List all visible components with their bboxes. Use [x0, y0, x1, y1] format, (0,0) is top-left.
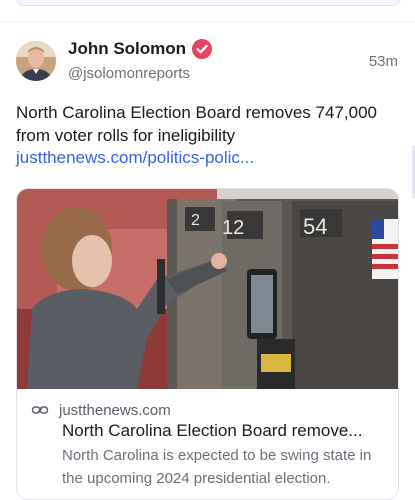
link-chain-icon [31, 406, 49, 414]
link-preview-card[interactable]: 2 12 54 justthenews.com North Carolina E… [16, 188, 399, 500]
author-name-text: John Solomon [68, 39, 187, 58]
link-title[interactable]: North Carolina Election Board remove... [62, 421, 392, 441]
post-link[interactable]: justthenews.com/politics-polic... [16, 148, 254, 168]
post-text: North Carolina Election Board removes 74… [16, 103, 377, 145]
divider [0, 21, 415, 22]
link-domain: justthenews.com [59, 401, 171, 419]
booth-number-2: 2 [191, 212, 200, 229]
link-preview-image: 2 12 54 [17, 189, 398, 389]
booth-number-12: 12 [222, 217, 244, 239]
previous-post-card[interactable] [16, 0, 401, 6]
link-domain-row: justthenews.com [31, 401, 171, 419]
link-description: North Carolina is expected to be swing s… [62, 447, 372, 487]
author-name[interactable]: John Solomon [68, 39, 213, 59]
author-handle[interactable]: @jsolomonreports [68, 65, 190, 82]
post-timestamp[interactable]: 53m [369, 53, 398, 70]
avatar-photo [16, 41, 56, 81]
booth-number-54: 54 [303, 214, 327, 239]
avatar[interactable] [16, 41, 56, 81]
verified-badge-icon [192, 39, 213, 59]
